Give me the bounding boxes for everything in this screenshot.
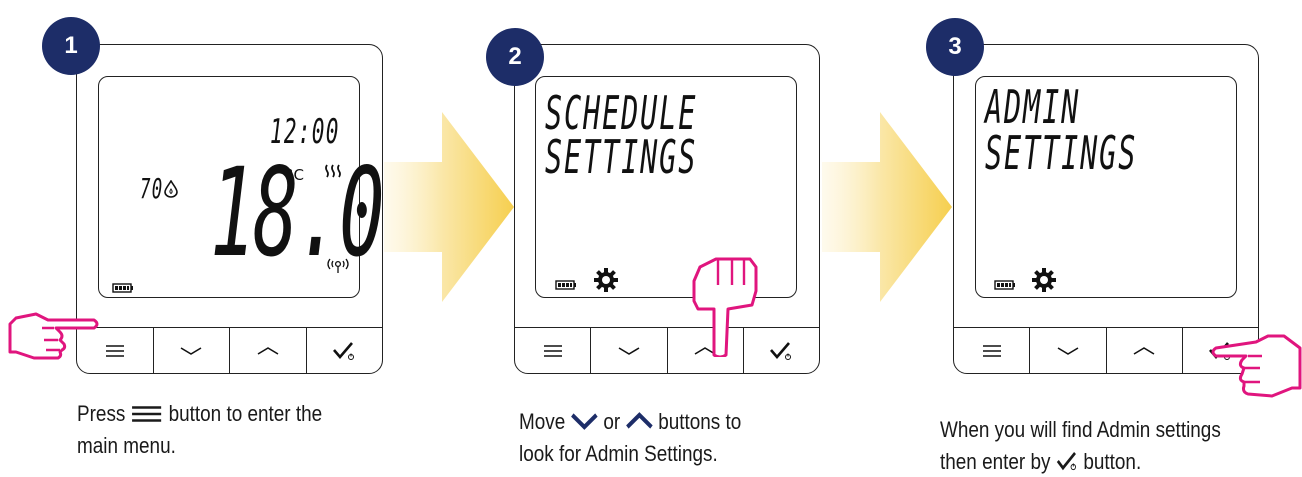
battery-icon [555,280,576,290]
caption-text: or [603,409,621,434]
arrow-right-icon [384,112,514,302]
gear-icon [1032,268,1056,292]
chevron-up-icon [1133,346,1155,355]
up-button[interactable] [1107,328,1183,373]
down-button[interactable] [591,328,668,373]
step-3: 3 ADMIN SETTINGS When you will find Admi… [0,0,1302,477]
hand-pointer-icon [692,257,758,357]
step-badge: 2 [486,28,544,86]
step-2-caption: Move or buttons to look for Admin Settin… [519,406,741,470]
menu-icon [982,344,1001,357]
menu-button[interactable] [515,328,592,373]
lcd-line-2: SETTINGS [545,130,698,184]
down-button[interactable] [1030,328,1107,373]
arrow-right-icon [822,112,952,302]
hand-pointer-icon [1211,334,1302,398]
button-row [515,327,819,373]
chevron-down-icon [571,413,598,430]
menu-icon [543,344,562,357]
caption-text: When you will find Admin settings [940,417,1221,442]
caption-text: look for Admin Settings. [519,441,718,466]
check-power-icon [770,341,792,360]
step-3-caption: When you will find Admin settings then e… [940,414,1221,477]
caption-text: buttons to [658,409,742,434]
gear-icon [594,268,618,292]
step-badge: 3 [926,18,984,76]
chevron-down-icon [618,346,640,355]
lcd-line-2: SETTINGS [985,126,1138,180]
caption-text: Move [519,409,566,434]
menu-button[interactable] [954,328,1031,373]
check-power-icon [1056,451,1076,471]
chevron-up-icon [625,412,653,429]
chevron-down-icon [1057,346,1079,355]
battery-icon [994,280,1015,290]
caption-text: button. [1083,449,1142,474]
caption-text: then enter by [940,449,1051,474]
